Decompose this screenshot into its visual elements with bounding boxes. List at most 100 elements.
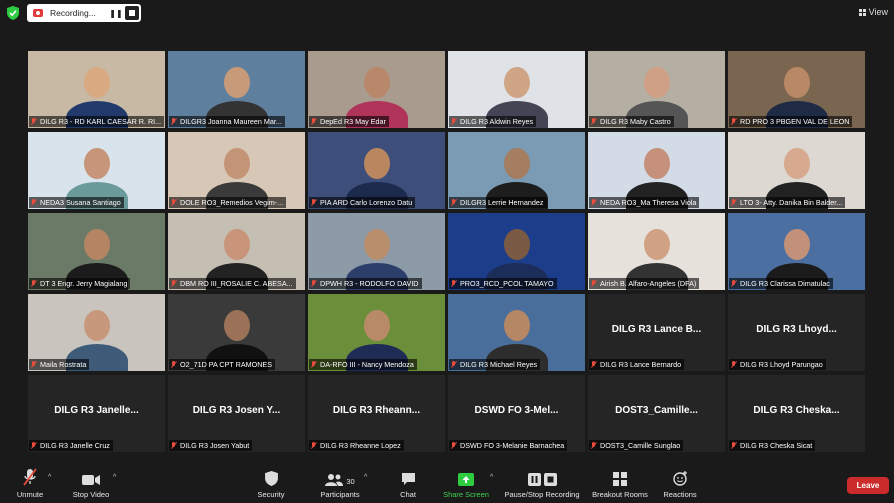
participant-tile[interactable]: NEDA RO3_Ma Theresa Viola — [588, 132, 725, 209]
participant-name-label: O2_71D PA CPT RAMONES — [169, 359, 276, 370]
participant-name: DILG R3 Lhoyd Parungao — [740, 360, 823, 369]
participant-name: DILG R3 Lance Bernardo — [600, 360, 682, 369]
participant-name: DepEd R3 May Edar — [320, 117, 386, 126]
participant-name-label: DT 3 Engr. Jerry Magialang — [29, 278, 131, 289]
leave-button[interactable]: Leave — [847, 477, 889, 494]
participant-face — [503, 310, 530, 341]
share-screen-icon — [458, 473, 474, 486]
mic-muted-icon — [731, 199, 737, 206]
participant-tile[interactable]: DILGR3 Joanna Maureen Mar... — [168, 51, 305, 128]
participant-tile[interactable]: Maila Rostrata — [28, 294, 165, 371]
participant-tile[interactable]: LTO 3- Atty. Danika Bin Balder... — [728, 132, 865, 209]
participant-name-placeholder: DILG R3 Cheska... — [753, 405, 840, 416]
participant-tile[interactable]: NEDA3 Susana Santiago — [28, 132, 165, 209]
participant-tile[interactable]: DOLE RO3_Remedios Vegim-... — [168, 132, 305, 209]
participant-name-label: DPWH R3 - RODOLFO DAVID — [309, 278, 422, 289]
participant-tile[interactable]: DT 3 Engr. Jerry Magialang — [28, 213, 165, 290]
participant-face — [223, 67, 250, 98]
participant-name-label: NEDA3 Susana Santiago — [29, 197, 124, 208]
participant-name: Maila Rostrata — [40, 360, 87, 369]
view-button[interactable]: View — [858, 7, 888, 17]
participant-tile[interactable]: DILG R3 Rheann... DILG R3 Rheanne Lopez — [308, 375, 445, 452]
participant-tile[interactable]: DILGR3 Lerrie Hernandez — [448, 132, 585, 209]
participant-tile[interactable]: DILG R3 Clarissa Dimatulac — [728, 213, 865, 290]
chat-bubble-icon — [401, 473, 415, 485]
participant-name-placeholder: DILG R3 Josen Y... — [192, 405, 281, 416]
chat-label: Chat — [400, 490, 416, 499]
participant-name: NEDA RO3_Ma Theresa Viola — [600, 198, 697, 207]
mic-muted-icon — [451, 442, 457, 449]
participant-tile[interactable]: PRO3_RCD_PCOL TAMAYO — [448, 213, 585, 290]
participants-chevron-icon[interactable]: ^ — [364, 474, 367, 481]
participant-name: DILG R3 - RD KARL CAESAR R. RI... — [40, 117, 162, 126]
participants-count: 30 — [346, 477, 355, 486]
participant-name: DSWD FO 3-Melanie Barnachea — [460, 441, 565, 450]
participant-name-placeholder: DILG R3 Lance B... — [611, 324, 702, 335]
chat-button[interactable]: Chat — [394, 468, 422, 499]
participant-name-label: DepEd R3 May Edar — [309, 116, 389, 127]
participant-tile[interactable]: RD PRO 3 PBGEN VAL DE LEON — [728, 51, 865, 128]
mic-muted-icon — [171, 361, 177, 368]
participant-name: Airish B. Alfaro-Angeles (DFA) — [600, 279, 697, 288]
participant-name: DILG R3 Clarissa Dimatulac — [740, 279, 830, 288]
mic-muted-icon — [591, 280, 597, 287]
unmute-button[interactable]: Unmute — [12, 468, 48, 499]
participant-tile[interactable]: DBM RO III_ROSALIE C. ABESA... — [168, 213, 305, 290]
participant-name: DILG R3 Michael Reyes — [460, 360, 538, 369]
participant-tile[interactable]: O2_71D PA CPT RAMONES — [168, 294, 305, 371]
participant-name-label: DOST3_Camille Sunglao — [589, 440, 684, 451]
participant-tile[interactable]: DepEd R3 May Edar — [308, 51, 445, 128]
mic-muted-icon — [171, 199, 177, 206]
participant-tile[interactable]: DILG R3 Janelle... DILG R3 Janelle Cruz — [28, 375, 165, 452]
participant-name-label: DILG R3 Maby Castro — [589, 116, 674, 127]
participant-name-label: PRO3_RCD_PCOL TAMAYO — [449, 278, 557, 289]
pause-recording-icon[interactable]: ❚❚ — [109, 6, 123, 20]
participant-tile[interactable]: DILG R3 Lance B... DILG R3 Lance Bernardo — [588, 294, 725, 371]
participant-tile[interactable]: DA-RFO III - Nancy Mendoza — [308, 294, 445, 371]
mic-muted-icon — [731, 442, 737, 449]
mic-muted-icon — [171, 442, 177, 449]
participant-tile[interactable]: DPWH R3 - RODOLFO DAVID — [308, 213, 445, 290]
mic-muted-icon — [31, 442, 37, 449]
participant-tile[interactable]: DILG R3 Aldwin Reyes — [448, 51, 585, 128]
security-label: Security — [257, 490, 285, 499]
participant-name: DA-RFO III - Nancy Mendoza — [320, 360, 414, 369]
security-button[interactable]: Security — [251, 468, 291, 499]
participant-name-label: DSWD FO 3-Melanie Barnachea — [449, 440, 568, 451]
participant-name: DILG R3 Janelle Cruz — [40, 441, 110, 450]
participant-name-label: DILG R3 Janelle Cruz — [29, 440, 113, 451]
pause-stop-recording-button[interactable]: Pause/Stop Recording — [502, 468, 582, 499]
participant-tile[interactable]: DILG R3 Michael Reyes — [448, 294, 585, 371]
participant-face — [783, 229, 810, 260]
breakout-rooms-button[interactable]: Breakout Rooms — [590, 468, 650, 499]
mic-muted-icon — [451, 118, 457, 125]
participant-tile[interactable]: Airish B. Alfaro-Angeles (DFA) — [588, 213, 725, 290]
participant-face — [363, 310, 390, 341]
participant-tile[interactable]: DILG R3 Josen Y... DILG R3 Josen Yabut — [168, 375, 305, 452]
participant-tile[interactable]: DILG R3 - RD KARL CAESAR R. RI... — [28, 51, 165, 128]
participant-tile[interactable]: DSWD FO 3-Mel... DSWD FO 3-Melanie Barnac… — [448, 375, 585, 452]
mic-muted-icon — [731, 361, 737, 368]
participant-name-label: DILG R3 Cheska Sicat — [729, 440, 816, 451]
participant-name-placeholder: DILG R3 Janelle... — [54, 405, 139, 416]
participant-tile[interactable]: DILG R3 Maby Castro — [588, 51, 725, 128]
participant-face — [783, 67, 810, 98]
stop-video-button[interactable]: Stop Video — [68, 468, 114, 499]
reactions-smiley-icon — [672, 471, 687, 486]
reactions-button[interactable]: Reactions — [660, 468, 700, 499]
participant-tile[interactable]: PIA ARD Carlo Lorenzo Datu — [308, 132, 445, 209]
participant-tile[interactable]: DILG R3 Lhoyd... DILG R3 Lhoyd Parungao — [728, 294, 865, 371]
participants-button[interactable]: 30 Participants — [316, 468, 364, 499]
audio-options-chevron-icon[interactable]: ^ — [48, 474, 51, 481]
participant-tile[interactable]: DILG R3 Cheska... DILG R3 Cheska Sicat — [728, 375, 865, 452]
mic-muted-icon — [31, 118, 37, 125]
meeting-toolbar: Unmute ^ Stop Video ^ Security 30 Partic… — [0, 462, 894, 503]
stop-recording-icon[interactable] — [125, 6, 139, 20]
video-options-chevron-icon[interactable]: ^ — [113, 474, 116, 481]
participant-name: LTO 3- Atty. Danika Bin Balder... — [740, 198, 843, 207]
mic-muted-icon — [311, 199, 317, 206]
shield-icon[interactable] — [7, 6, 19, 20]
share-options-chevron-icon[interactable]: ^ — [490, 474, 493, 481]
share-screen-button[interactable]: Share Screen — [441, 468, 491, 499]
participant-tile[interactable]: DOST3_Camille... DOST3_Camille Sunglao — [588, 375, 725, 452]
